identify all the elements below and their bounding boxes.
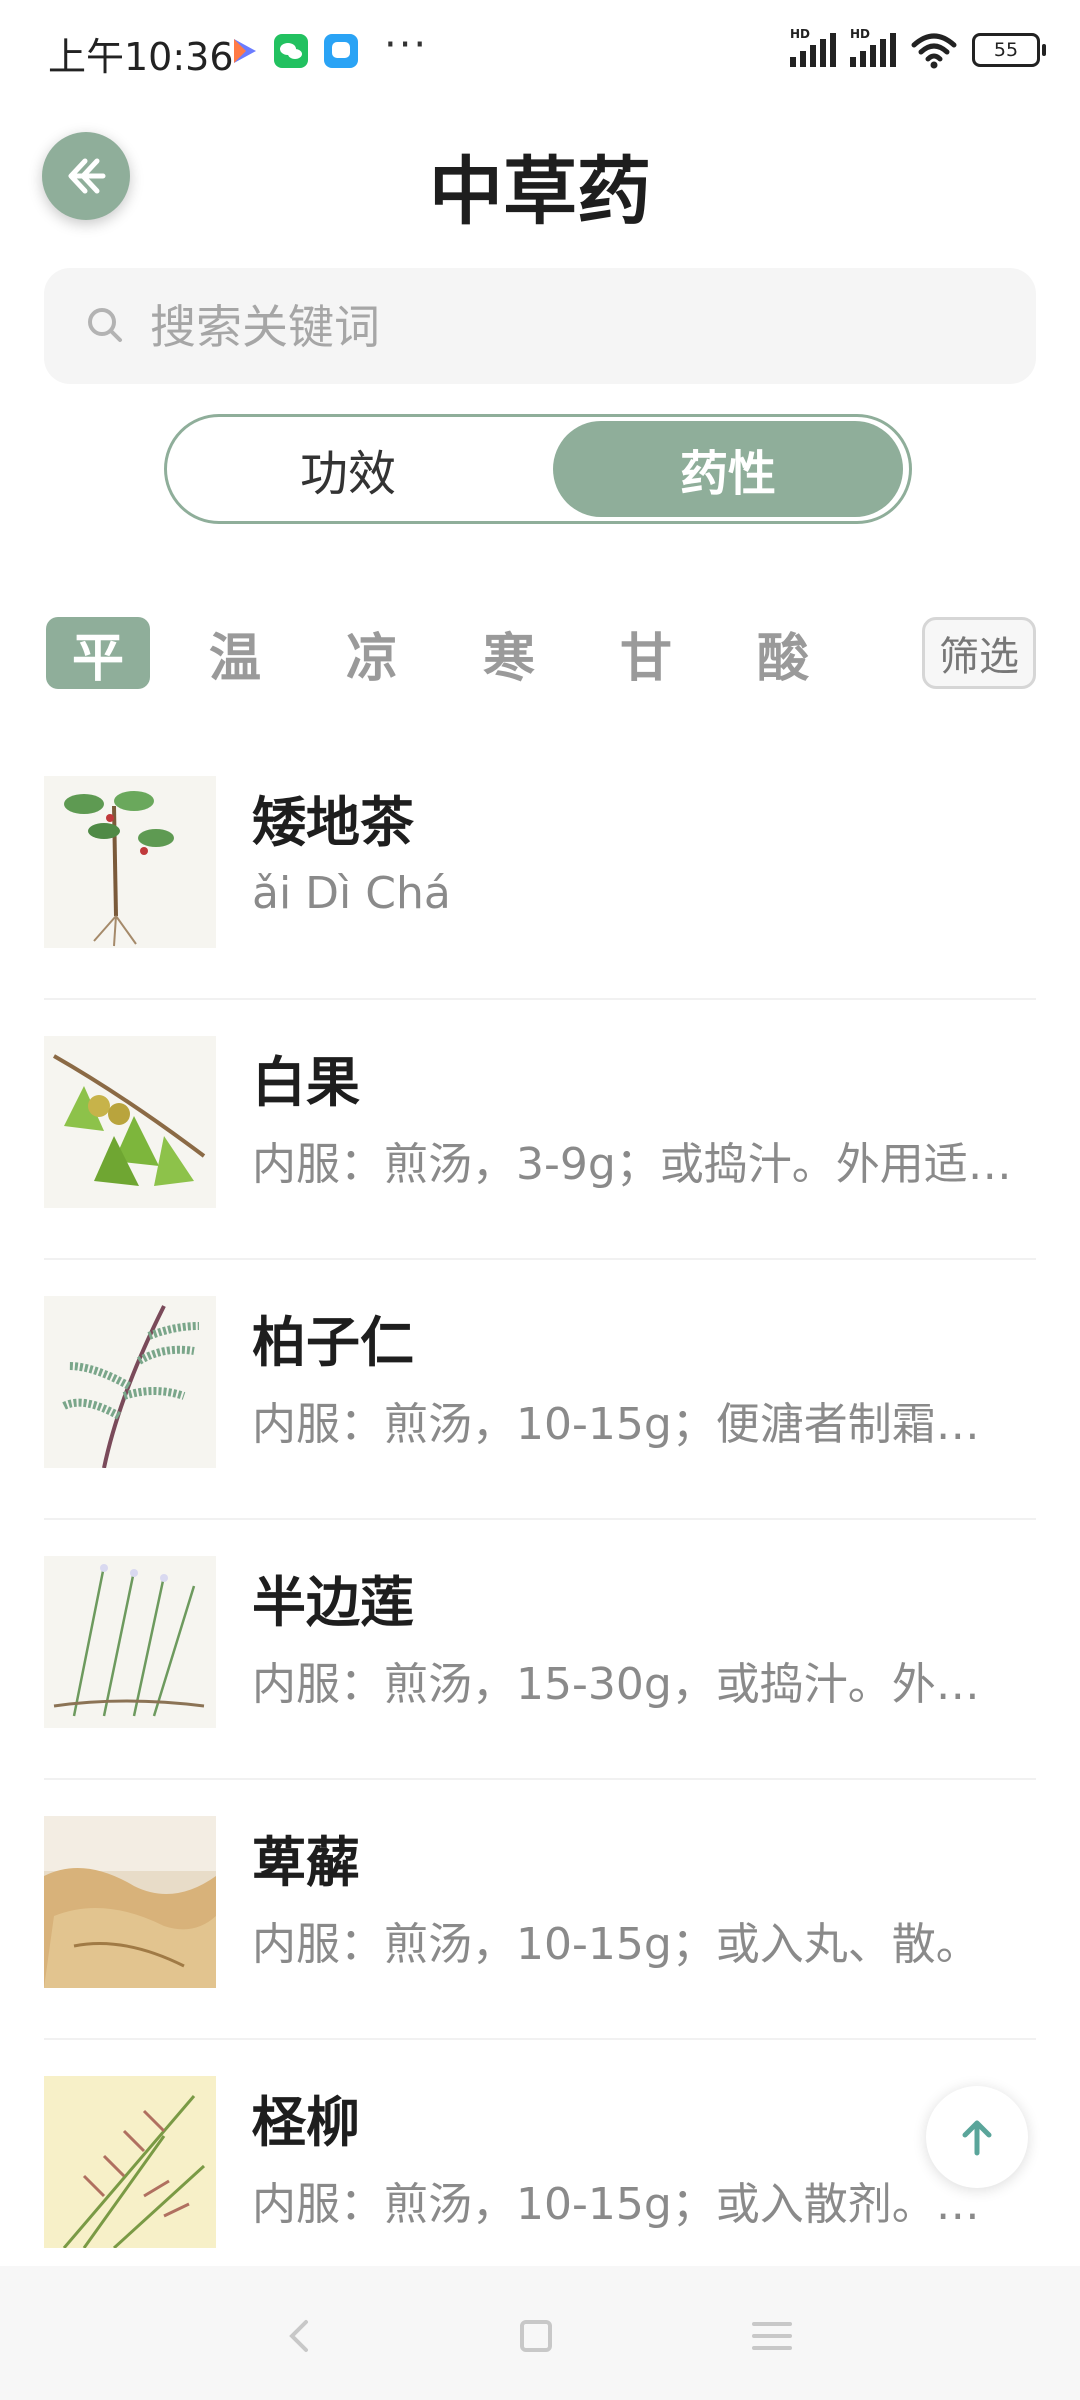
wechat-icon: [274, 34, 308, 68]
status-indicators: HD HD 55: [790, 27, 1046, 70]
herb-name: 萆薢: [252, 1830, 360, 1894]
filter-chip-suan[interactable]: 酸: [731, 617, 835, 689]
hd-label-2: HD: [850, 27, 871, 41]
filter-chip-han[interactable]: 寒: [457, 617, 561, 689]
list-item[interactable]: 白果 内服：煎汤，3-9g；或捣汁。外用适量，捣敷；或切片涂: [0, 1000, 1080, 1260]
list-item[interactable]: 柏子仁 内服：煎汤，10-15g；便溏者制霜用；或入丸、散: [0, 1260, 1080, 1520]
nav-home-icon: [520, 2320, 552, 2352]
herb-description: 内服：煎汤，15-30g，或捣汁。外用适量，捣敷: [252, 1659, 1020, 1710]
filter-chip-gan[interactable]: 甘: [594, 617, 698, 689]
filter-chip-wen[interactable]: 温: [183, 617, 287, 689]
search-box[interactable]: [44, 268, 1036, 386]
herb-thumbnail: [44, 1036, 216, 1208]
herb-description: 内服：煎汤，10-15g；或入散剂。外用适量，煎汤擦洗: [252, 2179, 1020, 2230]
herb-thumbnail: [44, 776, 216, 948]
scroll-to-top-button[interactable]: [926, 2086, 1028, 2188]
wifi-icon: [911, 33, 957, 69]
filter-chip-ping[interactable]: 平: [46, 617, 150, 689]
hd-label: HD: [790, 27, 811, 41]
herb-description: 内服：煎汤，10-15g；便溏者制霜用；或入丸、散: [252, 1399, 1020, 1450]
list-item[interactable]: 半边莲 内服：煎汤，15-30g，或捣汁。外用适量，捣敷: [0, 1520, 1080, 1780]
tab-efficacy[interactable]: 功效: [173, 421, 523, 517]
nav-back-button[interactable]: [260, 2296, 340, 2376]
tab-property[interactable]: 药性: [553, 421, 903, 517]
herb-description: 内服：煎汤，10-15g；或入丸、散。: [252, 1919, 980, 1970]
herb-description: ǎi Dì Chá: [252, 868, 451, 919]
herb-name: 白果: [252, 1050, 360, 1114]
search-input[interactable]: [148, 268, 1012, 386]
video-app-icon: [226, 34, 260, 68]
signal-icon: HD: [790, 27, 836, 67]
herb-name: 半边莲: [252, 1570, 414, 1634]
herb-thumbnail: [44, 1816, 216, 1988]
system-nav-bar: [0, 2266, 1080, 2400]
nav-menu-icon: [752, 2322, 792, 2350]
herb-description: 内服：煎汤，3-9g；或捣汁。外用适量，捣敷；或切片涂: [252, 1139, 1020, 1190]
herb-thumbnail: [44, 1556, 216, 1728]
herb-thumbnail: [44, 2076, 216, 2248]
page-title: 中草药: [429, 149, 651, 235]
search-icon: [88, 308, 122, 342]
more-notifications-icon: ···: [384, 22, 429, 68]
nav-menu-button[interactable]: [732, 2296, 812, 2376]
nav-home-button[interactable]: [496, 2296, 576, 2376]
herb-name: 柏子仁: [252, 1310, 414, 1374]
chat-app-icon: [324, 34, 358, 68]
herb-name: 矮地茶: [252, 790, 414, 854]
segmented-control: 功效 药性: [164, 414, 912, 524]
list-item[interactable]: 萆薢 内服：煎汤，10-15g；或入丸、散。: [0, 1780, 1080, 2040]
herb-thumbnail: [44, 1296, 216, 1468]
herb-name: 柽柳: [252, 2090, 360, 2154]
arrow-up-icon: [962, 2120, 992, 2156]
filter-button[interactable]: 筛选: [922, 617, 1036, 689]
status-time: 上午10:36: [48, 35, 234, 79]
battery-icon: 55: [972, 33, 1046, 67]
status-bar: 上午10:36 ··· HD HD 55: [0, 0, 1080, 100]
nav-back-icon: [289, 2320, 308, 2352]
list-item[interactable]: 柽柳 内服：煎汤，10-15g；或入散剂。外用适量，煎汤擦洗: [0, 2040, 1080, 2300]
list-item[interactable]: 矮地茶 ǎi Dì Chá: [0, 740, 1080, 1000]
filter-chip-liang[interactable]: 凉: [320, 617, 424, 689]
signal-icon-2: HD: [850, 27, 896, 67]
